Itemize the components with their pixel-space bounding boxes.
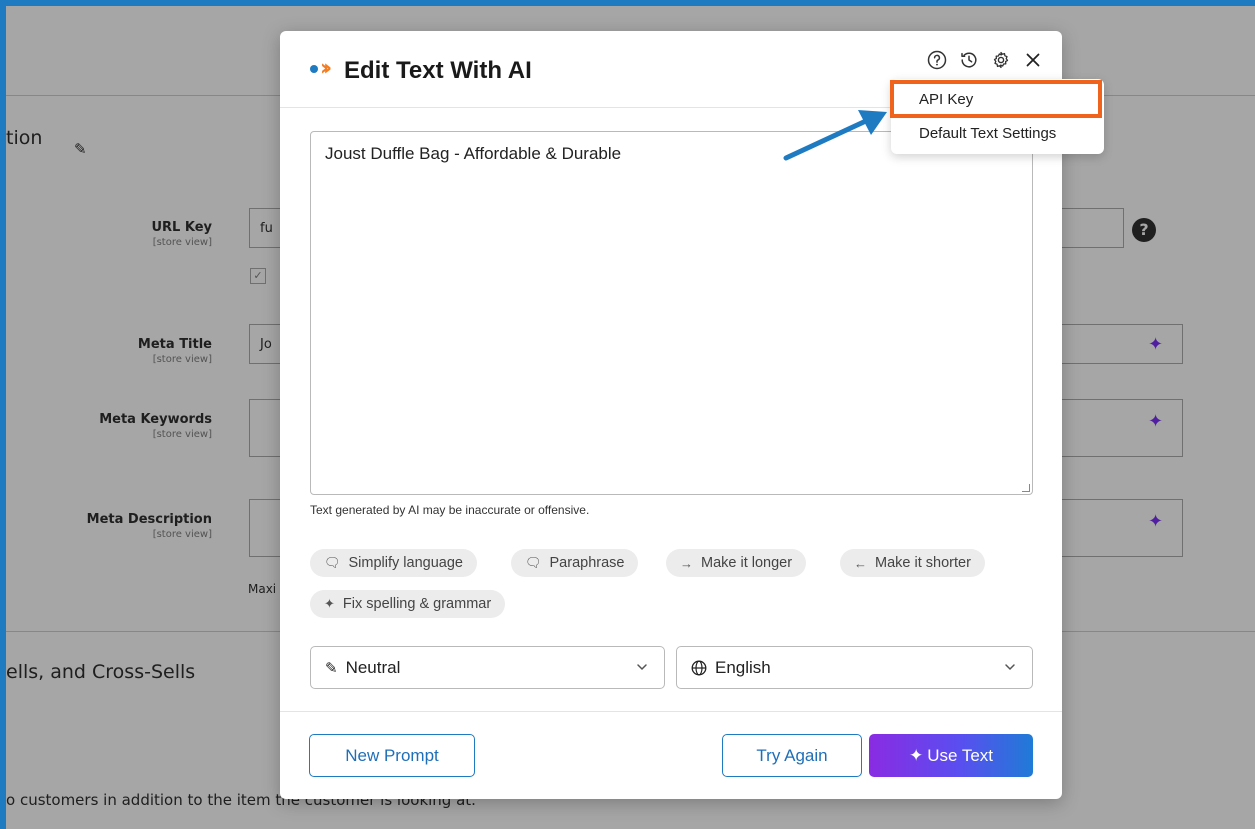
resize-handle-icon[interactable] [1022,484,1030,492]
arrow-left-icon: ← [854,555,867,571]
window-frame-top [0,0,1255,6]
menu-item-api-key[interactable]: API Key [891,84,1104,116]
new-prompt-button[interactable]: New Prompt [309,734,475,777]
chip-fix-spelling[interactable]: ✦ Fix spelling & grammar [310,590,506,618]
history-icon[interactable] [958,49,980,71]
close-icon[interactable] [1022,49,1044,71]
chip-paraphrase[interactable]: 🗨 Paraphrase [511,549,639,577]
tone-select[interactable]: ✎ Neutral [310,646,665,689]
generated-text-area[interactable]: Joust Duffle Bag - Affordable & Durable [310,131,1033,495]
brand-logo-icon: ›› [310,58,332,80]
settings-menu: API Key Default Text Settings [891,79,1104,154]
chip-make-longer[interactable]: → Make it longer [666,549,807,577]
arrow-right-icon: → [680,555,693,571]
try-again-button[interactable]: Try Again [722,734,862,777]
ai-disclaimer: Text generated by AI may be inaccurate o… [310,503,590,517]
annotation-arrow-icon [783,110,887,161]
use-text-button[interactable]: ✦ Use Text [869,734,1033,777]
chip-simplify-language[interactable]: 🗨 Simplify language [310,549,477,577]
modal-title: Edit Text With AI [344,57,532,84]
use-text-label: Use Text [927,745,994,765]
chip-label: Fix spelling & grammar [342,596,492,612]
language-value: English [715,657,771,677]
sparkle-icon: ✦ [324,596,335,611]
globe-icon [691,660,707,675]
chip-label: Paraphrase [549,555,625,571]
language-select[interactable]: English [676,646,1033,689]
chevron-down-icon [637,664,647,671]
header-icon-bar [926,49,1044,71]
footer-divider [280,711,1062,712]
speech-bubble-icon: 🗨 [324,555,341,570]
chip-label: Make it shorter [875,555,971,571]
chevron-down-icon [1005,664,1015,671]
help-icon[interactable] [926,49,948,71]
menu-item-default-text-settings[interactable]: Default Text Settings [891,118,1104,150]
window-frame-left [0,0,6,829]
chip-make-shorter[interactable]: ← Make it shorter [840,549,985,577]
pen-icon: ✎ [325,659,338,677]
chip-label: Make it longer [701,555,793,571]
chip-label: Simplify language [348,555,463,571]
tone-value: Neutral [345,657,401,677]
settings-icon[interactable] [990,49,1012,71]
speech-bubble-icon: 🗨 [525,555,542,570]
sparkle-icon: ✦ [908,745,924,765]
